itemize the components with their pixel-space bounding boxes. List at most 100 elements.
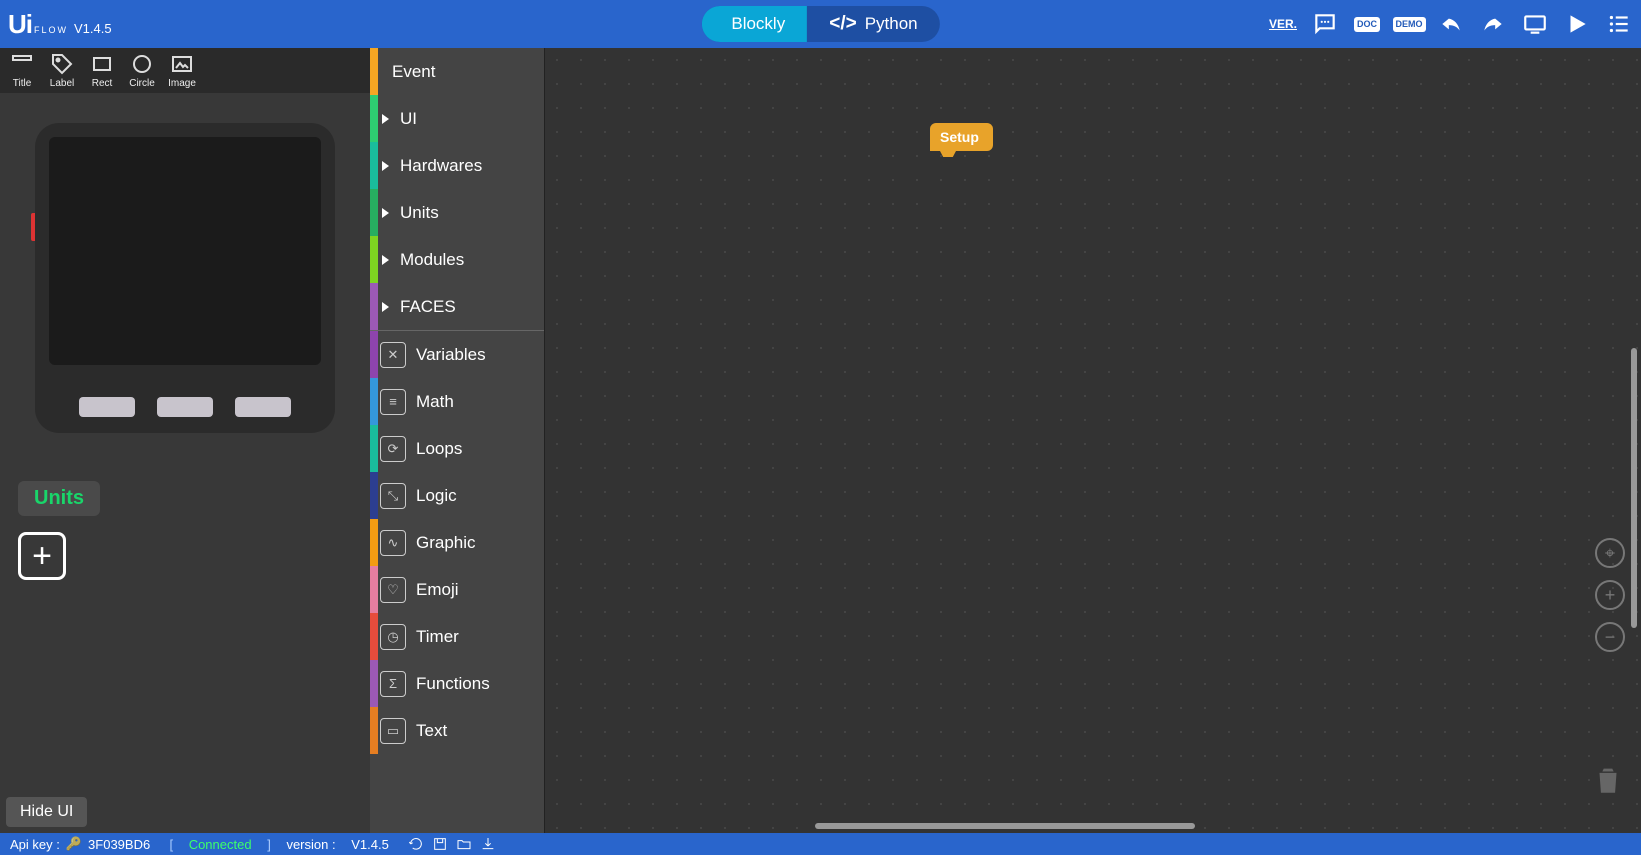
app-version: V1.4.5	[74, 21, 112, 36]
toolbox-label: Modules	[400, 250, 464, 270]
units-area: Units +	[0, 463, 370, 598]
stripe-icon	[370, 566, 378, 613]
zoom-in-icon[interactable]: +	[1595, 580, 1625, 610]
download-icon[interactable]	[480, 835, 498, 853]
arrow-right-icon	[382, 114, 389, 124]
toolbox-label: FACES	[400, 297, 456, 317]
toolbox-modules[interactable]: Modules	[370, 236, 544, 283]
emoji-icon: ♡	[380, 577, 406, 603]
toolbox-faces[interactable]: FACES	[370, 283, 544, 330]
app-logo: Ui FLOW V1.4.5	[8, 9, 112, 40]
blockly-workspace[interactable]: Setup ⌖ + −	[545, 48, 1641, 833]
stripe-icon	[370, 378, 378, 425]
toolbox-text[interactable]: ▭Text	[370, 707, 544, 754]
toolbox-units[interactable]: Units	[370, 189, 544, 236]
tool-image[interactable]: Image	[164, 52, 200, 89]
trash-icon[interactable]	[1591, 763, 1625, 803]
toolbox-label: Emoji	[416, 580, 459, 600]
center-icon[interactable]: ⌖	[1595, 538, 1625, 568]
workspace-controls: ⌖ + −	[1595, 538, 1625, 652]
undo-icon[interactable]	[1437, 10, 1465, 38]
toolbox-hardwares[interactable]: Hardwares	[370, 142, 544, 189]
toolbox-functions[interactable]: ΣFunctions	[370, 660, 544, 707]
comment-icon[interactable]	[1311, 10, 1339, 38]
add-unit-button[interactable]: +	[18, 532, 66, 580]
toolbox-graphic[interactable]: ∿Graphic	[370, 519, 544, 566]
stripe-icon	[370, 283, 378, 330]
logo-text: Ui	[8, 9, 32, 40]
toolbox-label: Logic	[416, 486, 457, 506]
tab-blockly-label: Blockly	[731, 14, 785, 34]
stripe-icon	[370, 331, 378, 378]
tool-label[interactable]: Label	[44, 52, 80, 89]
run-icon[interactable]	[1563, 10, 1591, 38]
toolbox-label: Text	[416, 721, 447, 741]
stripe-icon	[370, 425, 378, 472]
arrow-right-icon	[382, 302, 389, 312]
zoom-out-icon[interactable]: −	[1595, 622, 1625, 652]
device-button-c[interactable]	[235, 397, 291, 417]
stripe-icon	[370, 472, 378, 519]
variables-icon: ✕	[380, 342, 406, 368]
arrow-right-icon	[382, 161, 389, 171]
stripe-icon	[370, 519, 378, 566]
stripe-icon	[370, 707, 378, 754]
units-label: Units	[18, 481, 100, 516]
menu-icon[interactable]	[1605, 10, 1633, 38]
doc-button[interactable]: DOC	[1353, 10, 1381, 38]
tab-blockly[interactable]: Blockly	[701, 6, 807, 42]
device-button-b[interactable]	[157, 397, 213, 417]
device-button-a[interactable]	[79, 397, 135, 417]
toolbox-event[interactable]: Event	[370, 48, 544, 95]
toolbox-label: Event	[392, 62, 435, 82]
timer-icon: ◷	[380, 624, 406, 650]
toolbox-loops[interactable]: ⟳Loops	[370, 425, 544, 472]
connection-status: Connected	[189, 837, 252, 852]
open-icon[interactable]	[456, 835, 474, 853]
logic-icon: ⤡	[380, 483, 406, 509]
toolbox-variables[interactable]: ✕Variables	[370, 331, 544, 378]
toolbox-logic[interactable]: ⤡ Logic	[370, 472, 544, 519]
language-tabs: Blockly </> Python	[701, 6, 939, 42]
device-screen[interactable]	[49, 137, 321, 365]
toolbox-math[interactable]: ≡ Math	[370, 378, 544, 425]
workspace-scroll-h[interactable]	[815, 823, 1195, 829]
toolbox-timer[interactable]: ◷ Timer	[370, 613, 544, 660]
arrow-right-icon	[382, 208, 389, 218]
toolbox-label: UI	[400, 109, 417, 129]
version-label: version :	[286, 837, 335, 852]
redo-icon[interactable]	[1479, 10, 1507, 38]
tool-rect[interactable]: Rect	[84, 52, 120, 89]
stripe-icon	[370, 142, 378, 189]
tab-python[interactable]: </> Python	[807, 6, 939, 42]
api-key-label: Api key :	[10, 837, 60, 852]
hide-ui-button[interactable]: Hide UI	[6, 797, 87, 827]
math-icon: ≡	[380, 389, 406, 415]
save-icon[interactable]	[432, 835, 450, 853]
demo-button[interactable]: DEMO	[1395, 10, 1423, 38]
workspace-scroll-v[interactable]	[1631, 348, 1637, 628]
toolbox-label: Graphic	[416, 533, 476, 553]
setup-block[interactable]: Setup	[930, 123, 993, 151]
toolbox-label: Units	[400, 203, 439, 223]
toolbox-ui[interactable]: UI	[370, 95, 544, 142]
ui-tool-row: Title Label Rect Circle Image	[0, 48, 370, 93]
toolbox-label: Timer	[416, 627, 459, 647]
version-button[interactable]: VER.	[1269, 10, 1297, 38]
device-frame	[35, 123, 335, 433]
refresh-icon[interactable]	[408, 835, 426, 853]
tool-circle[interactable]: Circle	[124, 52, 160, 89]
device-icon[interactable]	[1521, 10, 1549, 38]
stripe-icon	[370, 236, 378, 283]
stripe-icon	[370, 189, 378, 236]
version-value: V1.4.5	[351, 837, 389, 852]
api-key-value[interactable]: 3F039BD6	[88, 837, 150, 852]
toolbox-label: Math	[416, 392, 454, 412]
toolbox-emoji[interactable]: ♡ Emoji	[370, 566, 544, 613]
tool-title[interactable]: Title	[4, 52, 40, 89]
toolbox-label: Functions	[416, 674, 490, 694]
top-bar: Ui FLOW V1.4.5 Blockly </> Python VER. D…	[0, 0, 1641, 48]
stripe-icon	[370, 95, 378, 142]
status-bar: Api key : 🔑 3F039BD6 [ Connected ] versi…	[0, 833, 1641, 855]
blockly-toolbox: Event UI Hardwares Units Modules FACES ✕Varia…	[370, 48, 545, 833]
